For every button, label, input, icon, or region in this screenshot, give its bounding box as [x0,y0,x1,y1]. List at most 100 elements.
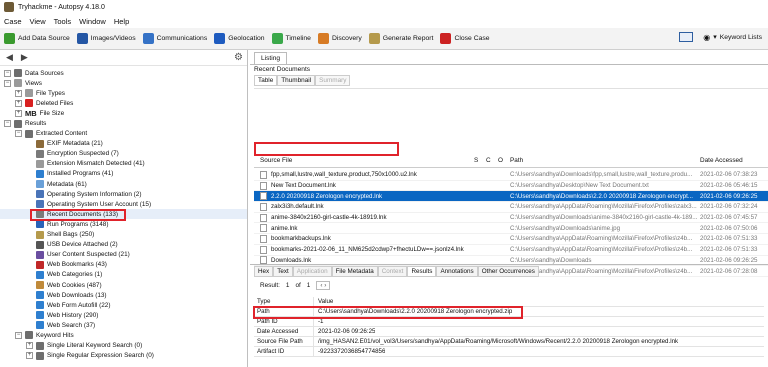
collapse-icon[interactable]: − [4,120,11,128]
tree-node-keyword-hits[interactable]: − Keyword Hits [0,330,247,340]
tree-node-web-cookies[interactable]: Web Cookies (487) [0,280,247,290]
tree-node-extension-mismatch-detected[interactable]: Extension Mismatch Detected (41) [0,159,247,169]
tab-hex[interactable]: Hex [254,266,274,277]
subtab-summary[interactable]: Summary [315,75,351,86]
table-row[interactable]: fpp,small,lustre,wall_texture,product,75… [254,170,768,181]
tree-node-installed-programs[interactable]: Installed Programs (41) [0,169,247,179]
mail-icon[interactable] [679,32,694,42]
col-path[interactable]: Path [510,157,700,164]
tree-node-operating-system-user-account[interactable]: Operating System User Account (15) [0,199,247,209]
tree-node-user-content-suspected[interactable]: User Content Suspected (21) [0,250,247,260]
generate-report-button[interactable]: Generate Report [368,33,433,44]
tree-node-web-form-autofill[interactable]: Web Form Autofill (22) [0,300,247,310]
menu-help[interactable]: Help [114,17,129,26]
collapse-icon[interactable]: − [15,130,22,138]
back-arrow-icon[interactable]: ◀ [6,52,13,63]
tree-node-encryption-suspected[interactable]: Encryption Suspected (7) [0,149,247,159]
tree-node-operating-system-information[interactable]: Operating System Information (2) [0,189,247,199]
tree-node-single-literal-keyword-search[interactable]: + Single Literal Keyword Search (0) [0,341,247,351]
tab-application[interactable]: Application [292,266,332,277]
results-icon [14,119,22,128]
tree-node-run-programs[interactable]: Run Programs (3148) [0,219,247,229]
close-case-button[interactable]: Close Case [440,33,490,44]
geolocation-button[interactable]: Geolocation [214,33,265,44]
property-value: -9223372036854774856 [318,348,386,355]
tree-node-exif-metadata[interactable]: EXIF Metadata (21) [0,139,247,149]
tab-file-metadata[interactable]: File Metadata [331,266,378,277]
expand-icon[interactable]: + [15,99,22,107]
expand-icon[interactable]: + [26,352,33,360]
forward-arrow-icon[interactable]: ▶ [21,52,28,63]
table-row[interactable]: New Text Document.lnk C:\Users\sandhya\De… [254,181,768,192]
table-row[interactable]: anime.lnk C:\Users\sandhya\Downloads\anim… [254,223,768,235]
tree-node-file-types[interactable]: + File Types [0,88,247,98]
tab-context[interactable]: Context [377,266,408,277]
source-file-name: anime.lnk [271,224,298,232]
communications-button[interactable]: Communications [142,33,207,44]
tree-node-recent-documents[interactable]: Recent Documents (133) [0,209,247,220]
tree-node-web-bookmarks[interactable]: Web Bookmarks (43) [0,260,247,270]
lnk-file-icon [260,224,267,233]
gear-icon[interactable]: ⚙ [234,52,243,63]
tree-node-shell-bags[interactable]: Shell Bags (250) [0,230,247,240]
col-s[interactable]: S [474,157,486,164]
images-videos-button[interactable]: Images/Videos [76,33,136,44]
tab-other-occurrences[interactable]: Other Occurrences [477,266,539,277]
tree-node-results[interactable]: − Results [0,118,247,128]
views-icon [14,79,22,88]
close-case-icon [440,33,452,44]
tab-results[interactable]: Results [407,266,437,277]
tree-node-label: Web Form Autofill (22) [47,301,111,309]
lnk-file-icon [260,192,267,201]
col-source-file[interactable]: Source File [254,157,474,164]
timeline-button[interactable]: Timeline [271,33,311,44]
table-row[interactable]: 2.2.0 20200918 Zerologon encrypted.lnk C:… [254,191,768,203]
keyword-lists-button[interactable]: ◉ ▾ Keyword Lists [703,33,762,42]
discovery-button[interactable]: Discovery [317,33,362,44]
deleted-files-icon [25,99,33,108]
subtab-table[interactable]: Table [254,75,278,86]
tree-node-web-downloads[interactable]: Web Downloads (13) [0,290,247,300]
subtab-thumbnail[interactable]: Thumbnail [277,75,316,86]
source-file-cell: fpp,small,lustre,wall_texture,product,75… [254,170,474,179]
result-nav-buttons[interactable]: ‹ › [316,281,331,290]
collapse-icon[interactable]: − [15,331,22,339]
tab-listing[interactable]: Listing [254,52,288,64]
col-c[interactable]: C [486,157,498,164]
tree-node-extracted-content[interactable]: − Extracted Content [0,129,247,139]
table-row[interactable]: zalx3i3h.default.lnk C:\Users\sandhya\App… [254,202,768,213]
table-row[interactable]: bookmarkbackups.lnk C:\Users\sandhya\AppD… [254,234,768,245]
source-file-cell: anime-3840x2160-girl-castle-4k-18919.lnk [254,213,474,222]
expand-icon[interactable]: + [15,109,22,117]
menu-view[interactable]: View [30,17,46,26]
expand-icon[interactable]: + [15,89,22,97]
tree-node-single-regular-expression-search[interactable]: + Single Regular Expression Search (0) [0,351,247,361]
tree-node-views[interactable]: − Views [0,78,247,88]
tab-annotations[interactable]: Annotations [436,266,478,277]
table-row[interactable]: anime-3840x2160-girl-castle-4k-18919.lnk… [254,213,768,224]
col-o[interactable]: O [498,157,510,164]
table-row[interactable]: bookmarks-2021-02-06_11_NM625d2cdwp7+fhe… [254,245,768,256]
property-key: Date Accessed [254,327,314,336]
menu-case[interactable]: Case [4,17,22,26]
collapse-icon[interactable]: − [4,69,11,77]
tree-node-web-history[interactable]: Web History (290) [0,310,247,320]
menu-tools[interactable]: Tools [54,17,72,26]
source-file-name: fpp,small,lustre,wall_texture,product,75… [271,171,417,179]
expand-icon[interactable]: + [26,342,33,350]
tree-node-data-sources[interactable]: − Data Sources [0,68,247,78]
tab-text[interactable]: Text [273,266,293,277]
add-data-source-button[interactable]: Add Data Source [4,33,70,44]
tree-node-label: Extension Mismatch Detected (41) [47,160,145,168]
tree-node-web-categories[interactable]: Web Categories (1) [0,270,247,280]
tree-node-label: Views [25,79,42,87]
tree-node-metadata[interactable]: Metadata (61) [0,179,247,189]
keyword-lists-label: Keyword Lists [719,33,762,41]
col-date-accessed[interactable]: Date Accessed [700,157,768,164]
tree-node-web-search[interactable]: Web Search (37) [0,320,247,330]
tree-node-usb-device-attached[interactable]: USB Device Attached (2) [0,240,247,250]
tree-node-file-size[interactable]: + MB File Size [0,108,247,118]
tree-node-deleted-files[interactable]: + Deleted Files [0,98,247,108]
menu-window[interactable]: Window [79,17,106,26]
collapse-icon[interactable]: − [4,79,11,87]
